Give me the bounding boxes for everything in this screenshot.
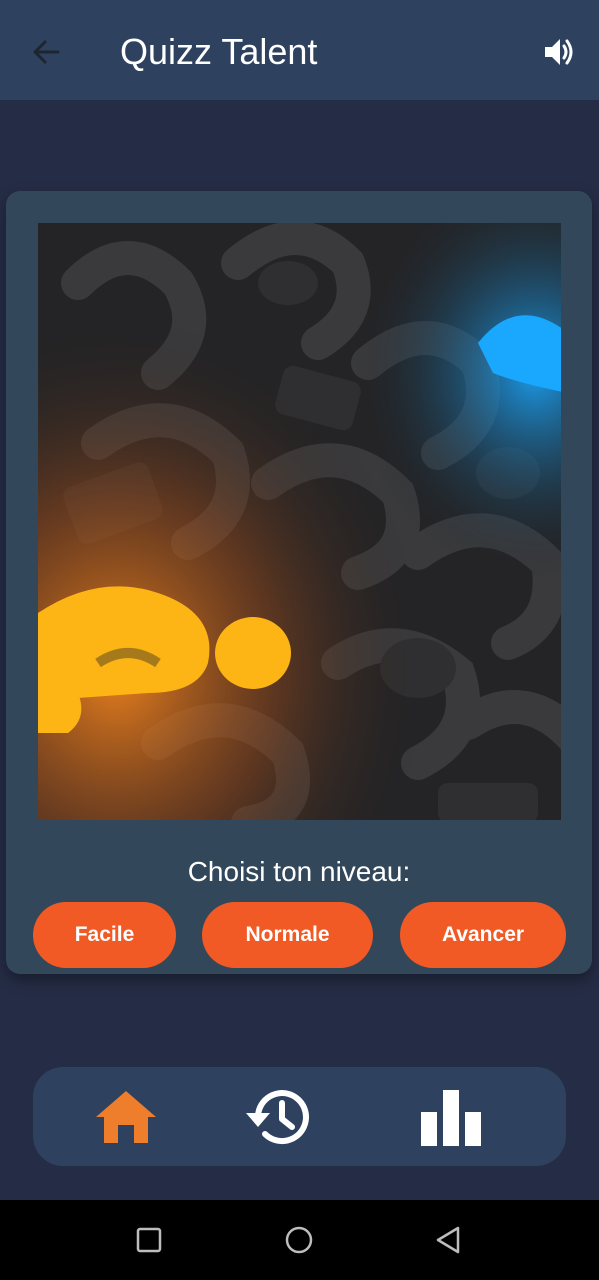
- nav-home[interactable]: [91, 1085, 161, 1149]
- level-prompt: Choisi ton niveau:: [187, 856, 411, 887]
- home-circle-icon: [285, 1226, 313, 1254]
- level-normale-button[interactable]: Normale: [202, 902, 373, 968]
- history-icon: [246, 1090, 309, 1145]
- level-card: Choisi ton niveau: Facile Normale Avance…: [6, 191, 592, 974]
- system-recents-button[interactable]: [131, 1222, 167, 1258]
- system-navigation-bar: [0, 1200, 599, 1280]
- back-triangle-icon: [436, 1226, 460, 1254]
- app-title: Quizz Talent: [120, 31, 318, 72]
- bar-chart-icon: [421, 1090, 481, 1146]
- bottom-navigation: [33, 1067, 566, 1166]
- system-back-button[interactable]: [430, 1222, 466, 1258]
- level-facile-button[interactable]: Facile: [33, 902, 176, 968]
- level-avancer-button[interactable]: Avancer: [400, 902, 566, 968]
- app-screen: Quizz Talent Choisi ton niveau: Facile N…: [0, 0, 599, 1280]
- sound-button[interactable]: [539, 32, 579, 72]
- home-icon: [96, 1091, 156, 1143]
- nav-stats[interactable]: [416, 1085, 486, 1149]
- system-home-button[interactable]: [281, 1222, 317, 1258]
- volume-up-icon: [545, 39, 573, 65]
- top-app-bar: Quizz Talent: [0, 0, 599, 100]
- back-button[interactable]: [24, 30, 68, 74]
- question-marks-illustration: [38, 223, 561, 820]
- nav-history[interactable]: [242, 1085, 312, 1149]
- arrow-left-icon: [33, 40, 60, 64]
- recents-icon: [136, 1227, 162, 1253]
